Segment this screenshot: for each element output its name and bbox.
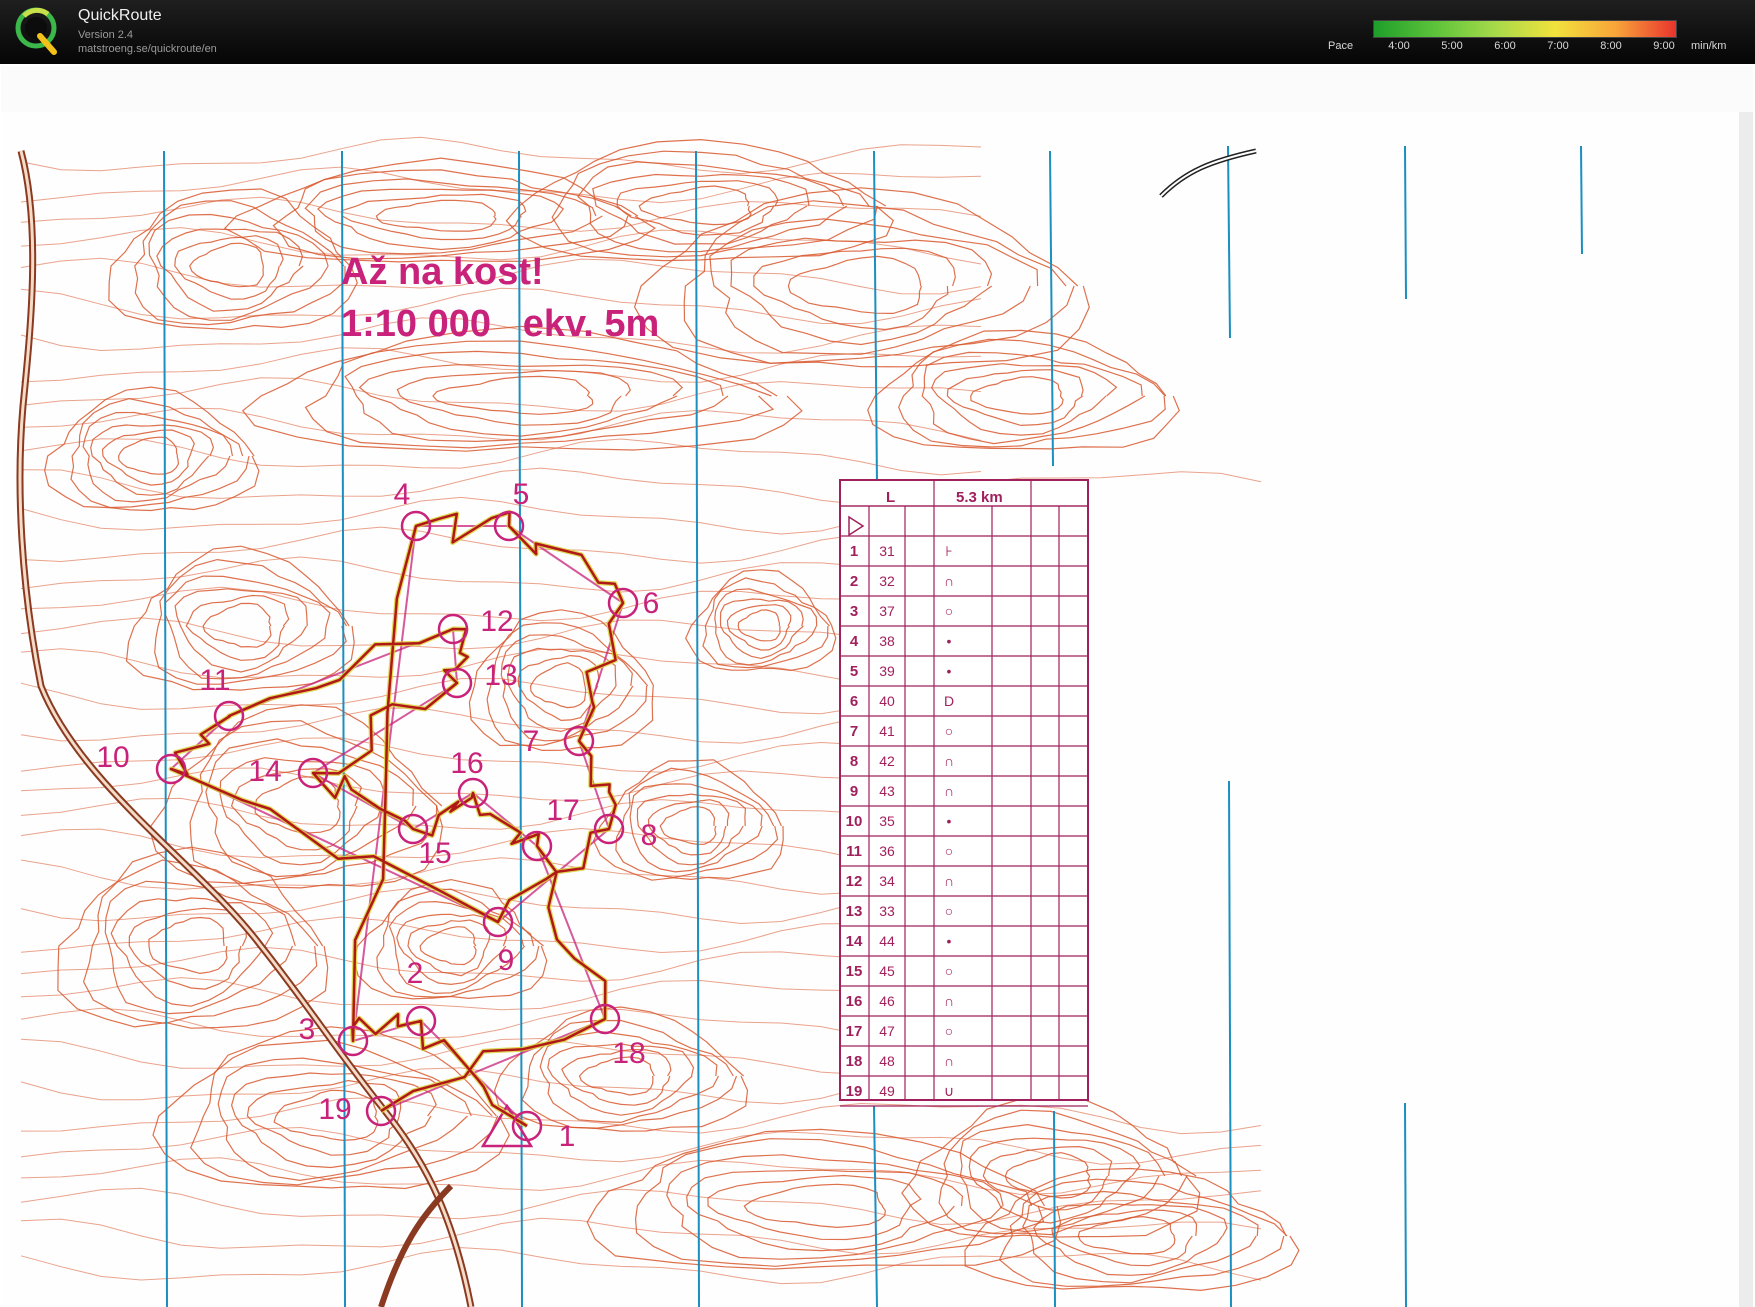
svg-text:33: 33 — [879, 903, 895, 919]
pace-tick: 6:00 — [1494, 40, 1516, 52]
control-number: 10 — [96, 741, 129, 774]
svg-text:39: 39 — [879, 663, 895, 679]
feature-symbol-icon: • — [947, 813, 952, 829]
control-number: 1 — [559, 1120, 576, 1153]
svg-text:37: 37 — [879, 603, 895, 619]
feature-symbol-icon: • — [947, 633, 952, 649]
svg-text:32: 32 — [879, 573, 895, 589]
svg-text:35: 35 — [879, 813, 895, 829]
svg-text:47: 47 — [879, 1023, 895, 1039]
svg-text:8: 8 — [850, 753, 858, 770]
app-url-link[interactable]: matstroeng.se/quickroute/en — [78, 43, 217, 55]
app-version: Version 2.4 — [78, 29, 134, 41]
svg-text:17: 17 — [846, 1023, 863, 1040]
course-class: L — [886, 489, 895, 506]
svg-text:45: 45 — [879, 963, 895, 979]
control-number: 13 — [484, 659, 517, 692]
svg-text:14: 14 — [846, 933, 863, 950]
control-number: 17 — [546, 794, 579, 827]
app-title: QuickRoute — [78, 7, 162, 24]
control-description-sheet: L 5.3 km 1 31 ⊦2 32 ∩3 37 ○4 38 •5 39 •6 40 D7 41 ○8 42… — [839, 479, 1089, 1107]
control-number: 15 — [418, 837, 451, 870]
control-number: 16 — [450, 747, 483, 780]
svg-text:41: 41 — [879, 723, 895, 739]
svg-text:16: 16 — [846, 993, 863, 1010]
svg-text:7: 7 — [850, 723, 858, 740]
control-number: 8 — [641, 819, 658, 852]
control-number: 9 — [498, 944, 515, 977]
app-header: QuickRoute Version 2.4 matstroeng.se/qui… — [0, 0, 1755, 64]
svg-text:48: 48 — [879, 1053, 895, 1069]
map-canvas[interactable]: Až na kost! 1:10 000 ekv. 5m 1 2 3 4 5 6 7 8 9 10… — [1, 66, 1753, 1307]
pace-tick: 8:00 — [1600, 40, 1622, 52]
feature-symbol-icon: ○ — [945, 723, 953, 739]
svg-text:46: 46 — [879, 993, 895, 1009]
svg-text:44: 44 — [879, 933, 895, 949]
svg-text:11: 11 — [846, 843, 862, 860]
svg-text:15: 15 — [846, 963, 863, 980]
control-number: 12 — [480, 605, 513, 638]
feature-symbol-icon: • — [947, 933, 952, 949]
quickroute-logo-icon — [15, 7, 57, 55]
map-scale: 1:10 000 ekv. 5m — [341, 303, 659, 345]
feature-symbol-icon: ∩ — [944, 573, 954, 589]
feature-symbol-icon: ○ — [945, 843, 953, 859]
svg-text:18: 18 — [846, 1053, 863, 1070]
svg-text:38: 38 — [879, 633, 895, 649]
feature-symbol-icon: ∪ — [944, 1083, 954, 1099]
map-title: Až na kost! — [341, 251, 544, 293]
svg-text:19: 19 — [846, 1083, 863, 1100]
course-length: 5.3 km — [956, 489, 1003, 506]
control-number: 18 — [612, 1037, 645, 1070]
svg-text:10: 10 — [846, 813, 863, 830]
feature-symbol-icon: ⊦ — [945, 543, 952, 559]
svg-text:42: 42 — [879, 753, 895, 769]
svg-text:49: 49 — [879, 1083, 895, 1099]
control-number: 7 — [523, 725, 540, 758]
pace-tick: 7:00 — [1547, 40, 1569, 52]
control-number: 19 — [318, 1093, 351, 1126]
control-number: 11 — [199, 664, 230, 697]
feature-symbol-icon: ○ — [945, 1023, 953, 1039]
pace-tick: 4:00 — [1388, 40, 1410, 52]
svg-text:2: 2 — [850, 573, 858, 590]
control-number: 2 — [407, 957, 424, 990]
svg-text:6: 6 — [850, 693, 858, 710]
svg-text:9: 9 — [850, 783, 858, 800]
pace-color-scale — [1373, 20, 1677, 38]
svg-text:31: 31 — [879, 543, 895, 559]
pace-tick: 5:00 — [1441, 40, 1463, 52]
control-number: 4 — [394, 478, 411, 511]
svg-text:13: 13 — [846, 903, 863, 920]
svg-text:4: 4 — [850, 633, 859, 650]
feature-symbol-icon: ∩ — [944, 993, 954, 1009]
feature-symbol-icon: ∩ — [944, 753, 954, 769]
svg-text:34: 34 — [879, 873, 895, 889]
feature-symbol-icon: ∩ — [944, 783, 954, 799]
svg-text:40: 40 — [879, 693, 895, 709]
feature-symbol-icon: ○ — [945, 963, 953, 979]
control-number: 6 — [643, 587, 660, 620]
svg-text:5: 5 — [850, 663, 858, 680]
feature-symbol-icon: ○ — [945, 603, 953, 619]
control-number: 14 — [248, 755, 281, 788]
feature-symbol-icon: ○ — [945, 903, 953, 919]
feature-symbol-icon: ∩ — [944, 873, 954, 889]
svg-text:43: 43 — [879, 783, 895, 799]
feature-symbol-icon: D — [944, 693, 954, 709]
control-number: 5 — [513, 478, 530, 511]
pace-tick: 9:00 — [1653, 40, 1675, 52]
svg-text:12: 12 — [846, 873, 863, 890]
feature-symbol-icon: ∩ — [944, 1053, 954, 1069]
svg-text:36: 36 — [879, 843, 895, 859]
svg-text:1: 1 — [850, 543, 858, 560]
orienteering-map[interactable]: Až na kost! 1:10 000 ekv. 5m 1234 5678910… — [1, 66, 1753, 1307]
pace-label: Pace — [1328, 40, 1354, 52]
pace-unit: min/km — [1691, 40, 1727, 52]
control-number: 3 — [299, 1013, 316, 1046]
svg-text:3: 3 — [850, 603, 858, 620]
feature-symbol-icon: • — [947, 663, 952, 679]
